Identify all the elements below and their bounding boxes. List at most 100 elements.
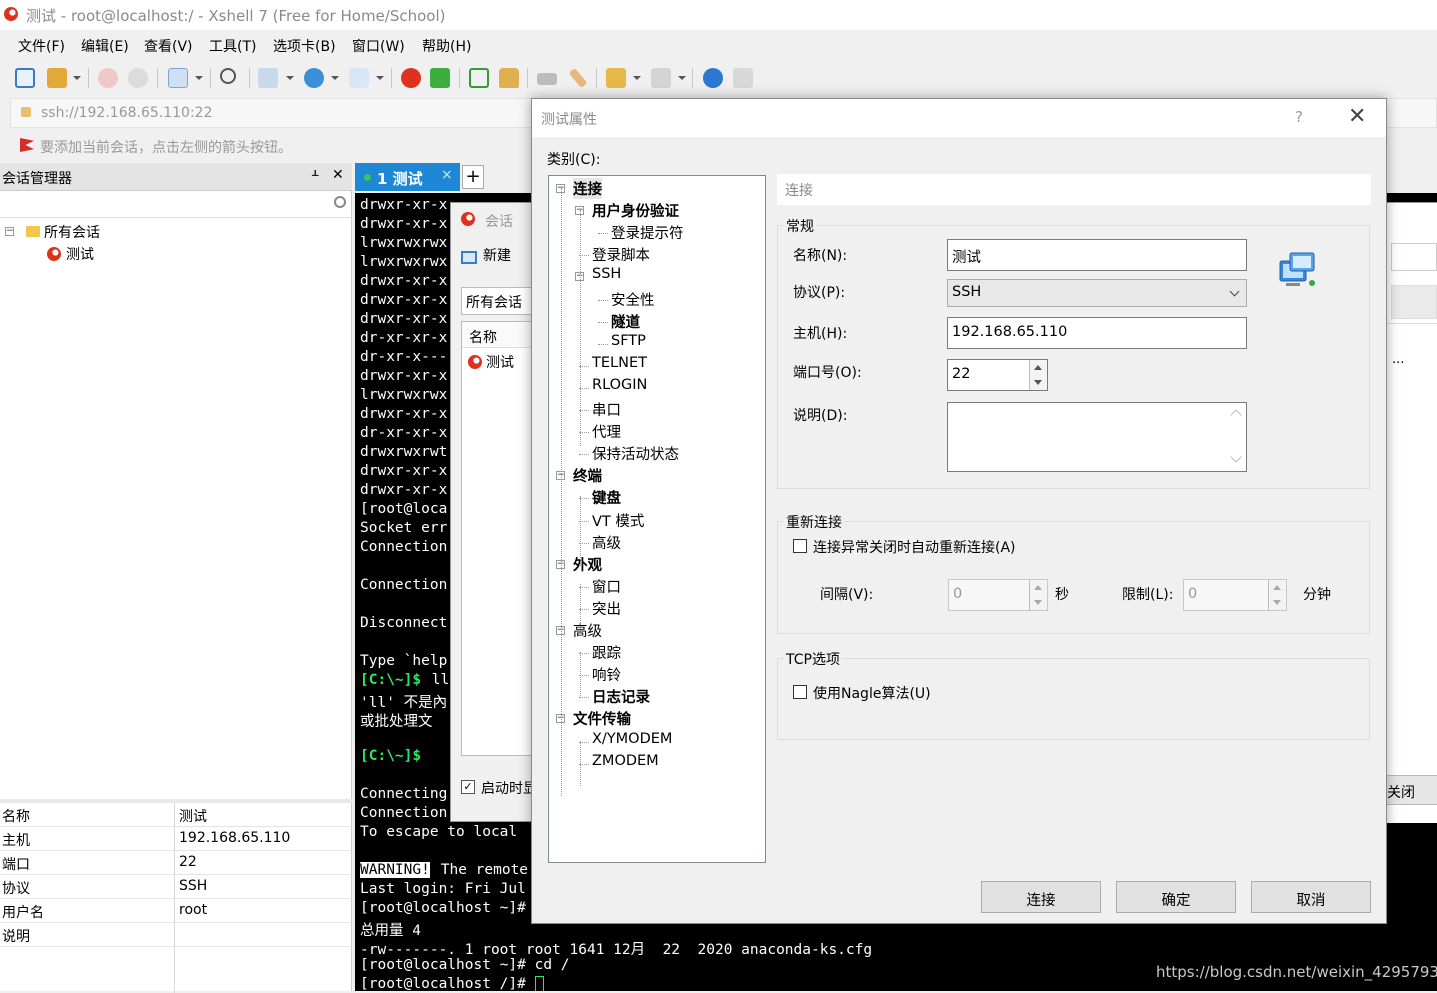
category-item[interactable]: SFTP	[611, 333, 646, 349]
layout-icon[interactable]	[258, 68, 278, 88]
session-search-input[interactable]	[0, 192, 352, 218]
limit-spin-buttons[interactable]	[1268, 580, 1286, 610]
interval-spin-buttons[interactable]	[1029, 580, 1047, 610]
tree-collapse-toggle[interactable]: −	[5, 227, 14, 236]
tile-icon[interactable]	[651, 68, 671, 88]
ok-button[interactable]: 确定	[1116, 881, 1236, 913]
session-folder-select[interactable]: 所有会话	[461, 287, 541, 315]
tree-item-session[interactable]: 测试	[66, 244, 94, 264]
category-item[interactable]: ZMODEM	[592, 753, 659, 769]
category-item[interactable]: X/YMODEM	[592, 731, 672, 747]
session-dialog-title: 会话	[485, 214, 513, 230]
connect-button[interactable]: 连接	[981, 881, 1101, 913]
auto-reconnect-checkbox[interactable]	[793, 539, 807, 553]
interval-stepper[interactable]: 0	[948, 579, 1048, 611]
terminal-line: 'll' 不是內	[360, 695, 448, 711]
nagle-checkbox[interactable]	[793, 685, 807, 699]
session-icon	[468, 355, 482, 369]
session-list-item[interactable]: 测试	[486, 352, 514, 372]
column-header-name[interactable]: 名称	[462, 322, 542, 348]
category-item[interactable]: 登录提示符	[611, 222, 684, 243]
brush-icon[interactable]	[568, 67, 588, 89]
description-textarea[interactable]	[947, 402, 1247, 472]
limit-stepper[interactable]: 0	[1183, 579, 1287, 611]
session-list[interactable]: 名称 测试	[461, 321, 542, 756]
keyboard-icon[interactable]	[537, 73, 557, 85]
category-item[interactable]: VT 模式	[592, 510, 644, 531]
font-icon[interactable]	[349, 68, 369, 88]
category-item[interactable]: 键盘	[592, 487, 621, 508]
terminal-cursor	[534, 976, 544, 991]
lock-icon[interactable]	[499, 68, 519, 88]
help-icon[interactable]	[703, 68, 723, 88]
chat-icon[interactable]	[733, 68, 753, 88]
fullscreen-icon[interactable]	[469, 68, 489, 88]
terminal-line: dr-xr-x---	[360, 349, 448, 365]
help-icon[interactable]: ?	[1295, 108, 1303, 126]
search-icon[interactable]	[220, 68, 236, 84]
xftp-icon[interactable]	[430, 68, 450, 88]
category-item[interactable]: 外观	[573, 554, 602, 575]
menu-tabs[interactable]: 选项卡(B)	[273, 36, 336, 56]
category-item[interactable]: 安全性	[611, 289, 655, 310]
category-item[interactable]: 窗口	[592, 576, 621, 597]
category-item[interactable]: 跟踪	[592, 642, 621, 663]
prop-row-protocol: 协议 SSH	[0, 875, 352, 899]
tab-close-icon[interactable]: ×	[441, 167, 453, 183]
close-icon[interactable]: ✕	[1348, 104, 1366, 129]
globe-icon[interactable]	[304, 68, 324, 88]
open-folder-icon[interactable]	[47, 68, 67, 88]
cancel-button[interactable]: 取消	[1251, 881, 1371, 913]
new-button[interactable]: 新建	[483, 245, 511, 265]
xshell-icon[interactable]	[401, 68, 421, 88]
close-button[interactable]: 关闭	[1386, 775, 1437, 805]
name-input[interactable]: 测试	[947, 239, 1247, 271]
category-tree[interactable]: − 连接 − 用户身份验证 登录提示符 登录脚本 − SSH 安全性 隧道 SFTP TELNET RL…	[548, 175, 766, 863]
category-item[interactable]: RLOGIN	[592, 377, 647, 393]
menu-help[interactable]: 帮助(H)	[422, 36, 471, 56]
category-item[interactable]: 文件传输	[573, 708, 631, 729]
close-icon[interactable]: ✕	[332, 167, 344, 183]
script-folder-icon[interactable]	[606, 68, 626, 88]
new-tab-button[interactable]: +	[462, 165, 484, 189]
menu-file[interactable]: 文件(F)	[18, 36, 65, 56]
session-search-field[interactable]	[1391, 243, 1437, 271]
terminal-prompt: [C:\~]$	[360, 748, 422, 764]
new-session-icon[interactable]	[15, 68, 35, 88]
category-item[interactable]: 突出	[592, 598, 621, 619]
search-icon[interactable]	[334, 196, 346, 208]
category-item[interactable]: 保持活动状态	[592, 443, 679, 464]
properties-icon[interactable]	[168, 68, 188, 88]
category-item[interactable]: 高级	[592, 532, 621, 553]
menu-edit[interactable]: 编辑(E)	[81, 36, 129, 56]
port-stepper[interactable]: 22	[947, 359, 1048, 391]
startup-checkbox[interactable]: ✓	[461, 780, 475, 794]
arrow-flag-icon[interactable]	[20, 138, 34, 152]
pin-icon[interactable]: ᚆ	[312, 168, 318, 183]
protocol-select[interactable]: SSH	[947, 279, 1247, 307]
category-item[interactable]: TELNET	[592, 355, 647, 371]
category-item[interactable]: SSH	[592, 266, 621, 282]
category-item[interactable]: 代理	[592, 421, 621, 442]
category-item[interactable]: 串口	[592, 399, 621, 420]
reconnect-icon[interactable]	[98, 68, 118, 88]
terminal-line: lrwxrwxrwx	[360, 254, 448, 270]
menu-tools[interactable]: 工具(T)	[209, 36, 256, 56]
category-item[interactable]: 终端	[573, 465, 602, 486]
host-input[interactable]: 192.168.65.110	[947, 317, 1247, 349]
category-item[interactable]: 响铃	[592, 664, 621, 685]
category-item[interactable]: 日志记录	[592, 686, 650, 707]
category-item[interactable]: 用户身份验证	[592, 200, 679, 221]
menu-window[interactable]: 窗口(W)	[352, 36, 405, 56]
description-label: 说明(D):	[793, 408, 848, 424]
category-item[interactable]: 登录脚本	[592, 244, 650, 265]
description-scrollbar[interactable]	[1228, 403, 1246, 471]
category-item[interactable]: 连接	[573, 178, 602, 199]
tab-session[interactable]: 1 测试 ×	[355, 163, 460, 191]
menu-view[interactable]: 查看(V)	[144, 36, 193, 56]
category-item[interactable]: 高级	[573, 620, 602, 641]
port-spin-buttons[interactable]	[1029, 360, 1047, 390]
disconnect-icon[interactable]	[128, 68, 148, 88]
category-item[interactable]: 隧道	[611, 311, 640, 332]
tree-item-all-sessions[interactable]: 所有会话	[44, 222, 100, 242]
